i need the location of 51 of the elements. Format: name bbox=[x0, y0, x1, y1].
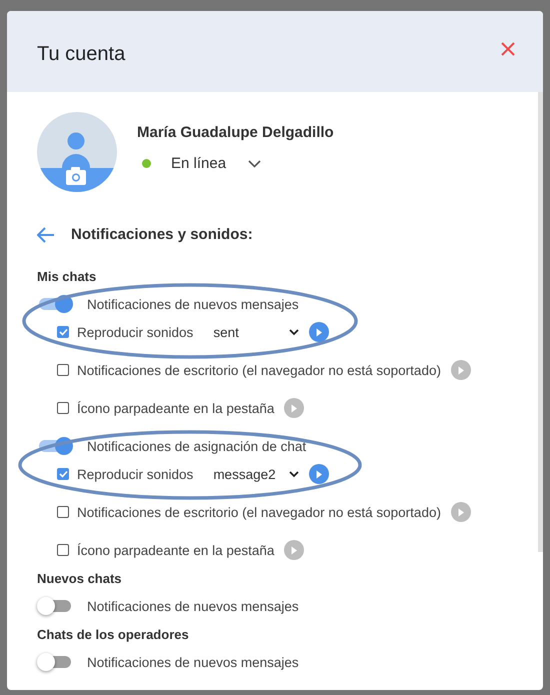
chevron-down-icon bbox=[289, 328, 300, 336]
play-icon bbox=[456, 508, 465, 516]
play-icon bbox=[456, 366, 465, 374]
status-dropdown[interactable]: En línea bbox=[137, 155, 334, 172]
sound-select[interactable]: sent bbox=[213, 324, 300, 340]
sound-select[interactable]: message2 bbox=[213, 466, 300, 482]
play-button[interactable] bbox=[450, 360, 471, 380]
play-icon bbox=[315, 470, 324, 478]
play-button[interactable] bbox=[309, 464, 330, 484]
chevron-down-icon bbox=[248, 160, 262, 168]
checkbox[interactable] bbox=[57, 364, 69, 376]
section-title: Notificaciones y sonidos: bbox=[71, 226, 253, 243]
checkbox[interactable] bbox=[57, 326, 69, 338]
close-button[interactable] bbox=[501, 42, 515, 56]
scrollbar[interactable] bbox=[538, 92, 543, 552]
checkbox[interactable] bbox=[57, 544, 69, 556]
checkbox[interactable] bbox=[57, 402, 69, 414]
close-icon bbox=[501, 42, 515, 56]
checkbox[interactable] bbox=[57, 468, 69, 480]
play-icon bbox=[315, 328, 324, 336]
play-button[interactable] bbox=[284, 398, 304, 418]
toggle-switch[interactable] bbox=[37, 437, 73, 455]
checkbox-label: Notificaciones de escritorio (el navegador no está soportado) bbox=[77, 504, 441, 520]
checkbox-label: Ícono parpadeante en la pestaña bbox=[77, 542, 274, 558]
toggle-label: Notificaciones de nuevos mensajes bbox=[87, 598, 299, 614]
checkmark-icon bbox=[58, 328, 68, 336]
back-arrow-button[interactable] bbox=[37, 226, 55, 242]
toggle-switch[interactable] bbox=[37, 653, 73, 671]
group-heading: Mis chats bbox=[37, 269, 96, 285]
group-heading: Nuevos chats bbox=[37, 571, 122, 587]
toggle-label: Notificaciones de nuevos mensajes bbox=[87, 296, 299, 312]
toggle-label: Notificaciones de nuevos mensajes bbox=[87, 654, 299, 670]
toggle-switch[interactable] bbox=[37, 597, 73, 615]
group-heading: Chats de los operadores bbox=[37, 627, 189, 643]
play-button[interactable] bbox=[450, 502, 471, 522]
toggle-label: Notificaciones de asignación de chat bbox=[87, 438, 306, 454]
checkbox-label: Reproducir sonidos bbox=[77, 466, 194, 482]
toggle-switch[interactable] bbox=[37, 295, 73, 313]
checkbox-label: Notificaciones de escritorio (el navegador no está soportado) bbox=[77, 362, 441, 378]
play-icon bbox=[290, 546, 298, 554]
dialog-title: Tu cuenta bbox=[37, 43, 126, 66]
play-button[interactable] bbox=[284, 540, 304, 560]
chevron-down-icon bbox=[289, 470, 300, 478]
checkbox-label: Ícono parpadeante en la pestaña bbox=[77, 400, 274, 416]
play-icon bbox=[290, 404, 298, 412]
arrow-left-icon bbox=[37, 226, 55, 242]
play-button[interactable] bbox=[309, 322, 330, 342]
checkmark-icon bbox=[58, 470, 68, 478]
checkbox-label: Reproducir sonidos bbox=[77, 324, 194, 340]
user-name: María Guadalupe Delgadillo bbox=[137, 124, 334, 141]
checkbox[interactable] bbox=[57, 506, 69, 518]
